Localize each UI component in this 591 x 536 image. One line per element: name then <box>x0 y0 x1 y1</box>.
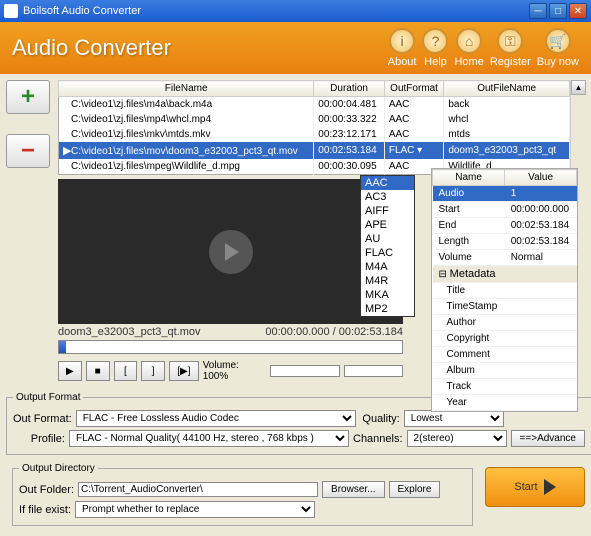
prop-row[interactable]: Title <box>433 283 577 299</box>
titlebar-text: Boilsoft Audio Converter <box>23 5 529 17</box>
format-option[interactable]: AIFF <box>361 204 414 218</box>
col-duration[interactable]: Duration <box>314 81 385 97</box>
start-button[interactable]: Start <box>485 467 585 507</box>
format-option[interactable]: AU <box>361 232 414 246</box>
prop-row[interactable]: Album <box>433 363 577 379</box>
browser-button[interactable]: Browser... <box>322 481 384 498</box>
current-file-label: doom3_e32003_pct3_qt.mov <box>58 326 201 338</box>
props-col-name[interactable]: Name <box>433 170 505 186</box>
outformat-select[interactable]: FLAC - Free Lossless Audio Codec <box>76 410 356 427</box>
col-outfilename[interactable]: OutFileName <box>444 81 570 97</box>
table-row[interactable]: ▶C:\video1\zj.files\mov\doom3_e32003_pct… <box>59 142 570 159</box>
header-register-button[interactable]: ⚿Register <box>490 28 531 68</box>
prop-row-start[interactable]: Start00:00:00.000 <box>433 202 577 218</box>
format-option[interactable]: APE <box>361 218 414 232</box>
prop-row-length[interactable]: Length00:02:53.184 <box>433 234 577 250</box>
quality-label: Quality: <box>360 413 400 425</box>
prop-row-volume[interactable]: VolumeNormal <box>433 250 577 266</box>
prop-row[interactable]: Copyright <box>433 331 577 347</box>
titlebar[interactable]: Boilsoft Audio Converter ─ □ ✕ <box>0 0 591 22</box>
output-directory-legend: Output Directory <box>19 463 98 474</box>
table-row[interactable]: C:\video1\zj.files\mkv\mtds.mkv00:23:12.… <box>59 127 570 142</box>
outfolder-label: Out Folder: <box>19 484 74 496</box>
buy now-icon: 🛒 <box>545 28 571 54</box>
prop-row-audio[interactable]: Audio1 <box>433 186 577 202</box>
table-scrollbar[interactable]: ▲ <box>570 80 585 175</box>
video-preview[interactable] <box>58 179 403 324</box>
file-table[interactable]: FileName Duration OutFormat OutFileName … <box>58 80 570 175</box>
format-option[interactable]: MP2 <box>361 302 414 316</box>
prop-row[interactable]: Comment <box>433 347 577 363</box>
close-button[interactable]: ✕ <box>569 3 587 19</box>
prop-row[interactable]: Year <box>433 395 577 411</box>
app-title: Audio Converter <box>12 35 388 61</box>
add-file-button[interactable]: + <box>6 80 50 114</box>
header-buy-now-button[interactable]: 🛒Buy now <box>537 28 579 68</box>
volume-slider[interactable] <box>270 365 339 377</box>
outformat-label: Out Format: <box>13 413 72 425</box>
advance-button[interactable]: ==>Advance <box>511 430 585 447</box>
format-option[interactable]: M4A <box>361 260 414 274</box>
format-option[interactable]: AC3 <box>361 190 414 204</box>
progress-bar[interactable] <box>58 340 403 354</box>
profile-label: Profile: <box>13 433 65 445</box>
prop-row-end[interactable]: End00:02:53.184 <box>433 218 577 234</box>
mark-out-button[interactable]: ] <box>141 361 165 381</box>
maximize-button[interactable]: □ <box>549 3 567 19</box>
explore-button[interactable]: Explore <box>389 481 441 498</box>
mark-in-button[interactable]: [ <box>114 361 138 381</box>
table-row[interactable]: C:\video1\zj.files\mp4\whcl.mp400:00:33.… <box>59 112 570 127</box>
play-overlay-icon[interactable] <box>209 230 253 274</box>
format-dropdown[interactable]: AACAC3AIFFAPEAUFLACM4AM4RMKAMP2 <box>360 175 415 317</box>
home-icon: ⌂ <box>456 28 482 54</box>
format-option[interactable]: AAC <box>361 176 414 190</box>
prop-group-metadata[interactable]: ⊟ Metadata <box>433 266 577 283</box>
prop-row[interactable]: Track <box>433 379 577 395</box>
time-label: 00:00:00.000 / 00:02:53.184 <box>265 326 403 338</box>
outfolder-input[interactable] <box>78 482 318 497</box>
table-row[interactable]: C:\video1\zj.files\m4a\back.m4a00:00:04.… <box>59 97 570 113</box>
prop-row[interactable]: Author <box>433 315 577 331</box>
header-help-button[interactable]: ?Help <box>422 28 448 68</box>
header: Audio Converter iAbout?Help⌂Home⚿Registe… <box>0 22 591 74</box>
format-option[interactable]: M4R <box>361 274 414 288</box>
remove-file-button[interactable]: − <box>6 134 50 168</box>
channels-label: Channels: <box>353 433 403 445</box>
register-icon: ⚿ <box>497 28 523 54</box>
properties-panel[interactable]: NameValue Audio1 Start00:00:00.000 End00… <box>431 168 578 412</box>
header-home-button[interactable]: ⌂Home <box>454 28 483 68</box>
quality-select[interactable]: Lowest <box>404 410 504 427</box>
start-arrow-icon <box>544 479 556 495</box>
play-button[interactable]: ▶ <box>58 361 82 381</box>
about-icon: i <box>389 28 415 54</box>
channels-select[interactable]: 2(stereo) <box>407 430 507 447</box>
minimize-button[interactable]: ─ <box>529 3 547 19</box>
volume-meter <box>344 365 403 377</box>
file-exist-label: If file exist: <box>19 504 71 516</box>
app-icon <box>4 4 18 18</box>
col-outformat[interactable]: OutFormat <box>384 81 443 97</box>
prop-row[interactable]: TimeStamp <box>433 299 577 315</box>
header-about-button[interactable]: iAbout <box>388 28 417 68</box>
format-option[interactable]: MKA <box>361 288 414 302</box>
file-exist-select[interactable]: Prompt whether to replace <box>75 501 315 518</box>
props-col-value[interactable]: Value <box>505 170 577 186</box>
range-button[interactable]: [▶] <box>169 361 199 381</box>
scroll-up-icon[interactable]: ▲ <box>571 80 586 95</box>
format-option[interactable]: FLAC <box>361 246 414 260</box>
output-directory-group: Output Directory Out Folder: Browser... … <box>12 463 473 526</box>
output-format-legend: Output Format <box>13 392 83 403</box>
volume-label: Volume: 100% <box>203 360 267 382</box>
stop-button[interactable]: ■ <box>86 361 110 381</box>
profile-select[interactable]: FLAC - Normal Quality( 44100 Hz, stereo … <box>69 430 349 447</box>
help-icon: ? <box>422 28 448 54</box>
col-filename[interactable]: FileName <box>59 81 314 97</box>
